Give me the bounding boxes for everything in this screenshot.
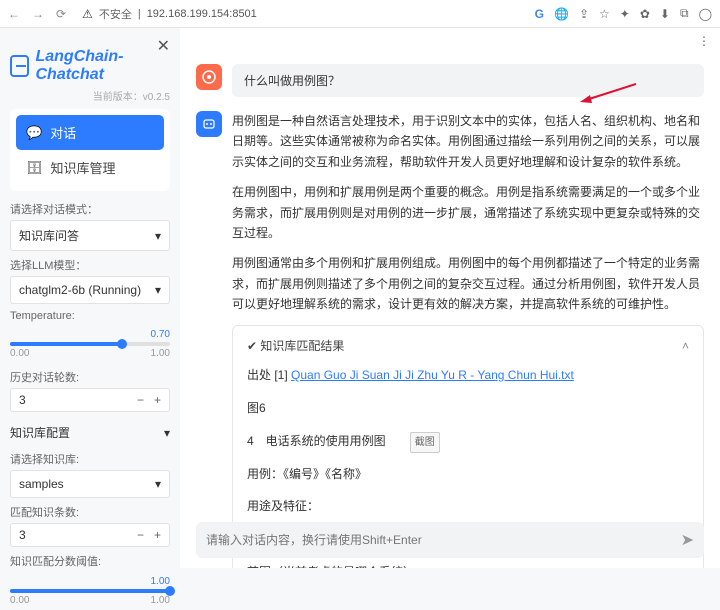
browser-chrome: ← → ⟳ ⚠ 不安全 | 192.168.199.154:8501 G 🌐 ⇪… bbox=[0, 0, 720, 28]
chat-icon: 💬 bbox=[26, 125, 42, 141]
brand-text: LangChain-Chatchat bbox=[35, 48, 170, 84]
chevron-down-icon: ▾ bbox=[155, 477, 161, 491]
user-text: 什么叫做用例图？ bbox=[244, 74, 340, 88]
insecure-label: 不安全 bbox=[99, 6, 132, 22]
bot-avatar-icon bbox=[196, 111, 222, 137]
kb-icon: 🗄 bbox=[26, 160, 43, 176]
score-value: 1.00 bbox=[10, 576, 170, 587]
nav-forward-icon[interactable]: → bbox=[32, 7, 44, 21]
match-count-label: 匹配知识条数: bbox=[10, 504, 170, 520]
source-card-header[interactable]: ✔ 知识库匹配结果 ˄ bbox=[247, 336, 689, 356]
share-icon[interactable]: ⇪ bbox=[579, 7, 589, 21]
score-slider[interactable] bbox=[10, 589, 170, 593]
llm-label: 选择LLM模型： bbox=[10, 257, 170, 273]
user-bubble: 什么叫做用例图？ bbox=[232, 64, 704, 97]
version-label: 当前版本：v0.2.5 bbox=[10, 88, 170, 103]
score-max: 1.00 bbox=[151, 595, 170, 606]
llm-select[interactable]: chatglm2-6b (Running) ▾ bbox=[10, 276, 170, 304]
chat-input[interactable] bbox=[206, 533, 681, 547]
nav-kb-label: 知识库管理 bbox=[51, 158, 116, 177]
download-icon[interactable]: ⬇ bbox=[660, 7, 670, 21]
chevron-up-icon: ˄ bbox=[682, 336, 689, 356]
temp-value: 0.70 bbox=[10, 329, 170, 340]
extension-icon[interactable]: ✦ bbox=[620, 7, 630, 21]
src-l1: 图6 bbox=[247, 397, 689, 420]
translate-icon[interactable]: 🌐 bbox=[554, 7, 569, 21]
temp-min: 0.00 bbox=[10, 348, 29, 359]
mode-select[interactable]: 知识库问答 ▾ bbox=[10, 220, 170, 251]
logo: LangChain-Chatchat bbox=[10, 48, 170, 84]
more-icon[interactable]: ⋮ bbox=[698, 34, 710, 48]
url-bar[interactable]: ⚠ 不安全 | 192.168.199.154:8501 bbox=[82, 6, 525, 22]
nav-back-icon[interactable]: ← bbox=[8, 7, 20, 21]
user-avatar-icon bbox=[196, 64, 222, 90]
nav-kb[interactable]: 🗄 知识库管理 bbox=[16, 150, 164, 185]
kb-select-value: samples bbox=[19, 477, 64, 491]
src-l4: 用途及特征： bbox=[247, 495, 689, 518]
llm-value: chatglm2-6b (Running) bbox=[19, 283, 141, 297]
close-icon[interactable]: ✕ bbox=[157, 36, 170, 56]
kb-select-label: 请选择知识库: bbox=[10, 451, 170, 467]
puzzle-icon[interactable]: ✿ bbox=[640, 7, 650, 21]
chevron-down-icon: ▾ bbox=[164, 426, 170, 440]
bookmark-icon[interactable]: ☆ bbox=[599, 7, 610, 21]
temp-max: 1.00 bbox=[151, 348, 170, 359]
insecure-badge-icon: ⚠ bbox=[82, 7, 93, 21]
mode-value: 知识库问答 bbox=[19, 227, 79, 244]
sidebar: ✕ LangChain-Chatchat 当前版本：v0.2.5 💬 对话 🗄 … bbox=[0, 28, 180, 568]
check-icon: ✔ bbox=[247, 339, 260, 353]
assistant-content: 用例图是一种自然语言处理技术，用于识别文本中的实体，包括人名、组织机构、地名和日… bbox=[232, 111, 704, 568]
src-l3: 用例：《编号》《名称》 bbox=[247, 463, 689, 486]
kb-select[interactable]: samples ▾ bbox=[10, 470, 170, 498]
match-count-value: 3 bbox=[19, 528, 26, 542]
hist-value: 3 bbox=[19, 393, 26, 407]
para-1: 用例图是一种自然语言处理技术，用于识别文本中的实体，包括人名、组织机构、地名和日… bbox=[232, 111, 704, 172]
kb-config-title: 知识库配置 bbox=[10, 424, 70, 441]
hist-label: 历史对话轮数: bbox=[10, 369, 170, 385]
screenshot-badge: 截图 bbox=[410, 432, 440, 453]
temp-label: Temperature: bbox=[10, 310, 170, 322]
mode-label: 请选择对话模式： bbox=[10, 201, 170, 217]
para-3: 用例图通常由多个用例和扩展用例组成。用例图中的每个用例都描述了一个特定的业务需求… bbox=[232, 253, 704, 314]
match-count-stepper[interactable]: 3 −+ bbox=[10, 523, 170, 547]
minus-icon[interactable]: − bbox=[137, 528, 144, 542]
plus-icon[interactable]: + bbox=[154, 528, 161, 542]
assistant-message: 用例图是一种自然语言处理技术，用于识别文本中的实体，包括人名、组织机构、地名和日… bbox=[196, 111, 704, 568]
score-label: 知识匹配分数阈值: bbox=[10, 553, 170, 569]
nav-reload-icon[interactable]: ⟳ bbox=[56, 7, 66, 21]
copy-icon[interactable]: ⧉ bbox=[680, 6, 689, 21]
source-card-title: 知识库匹配结果 bbox=[260, 339, 344, 353]
src-l2: 4 电话系统的使用用例图 bbox=[247, 434, 386, 448]
chevron-down-icon: ▾ bbox=[155, 229, 161, 243]
nav-chat-label: 对话 bbox=[50, 123, 76, 142]
source-prefix: 出处 [1] bbox=[247, 368, 291, 382]
para-2: 在用例图中，用例和扩展用例是两个重要的概念。用例是指系统需要满足的一个或多个业务… bbox=[232, 182, 704, 243]
src-l6: 范围（当前考虑的是哪个系统） bbox=[247, 561, 689, 568]
source-link[interactable]: Quan Guo Ji Suan Ji Ji Zhu Yu R - Yang C… bbox=[291, 368, 574, 382]
send-icon[interactable]: ➤ bbox=[681, 530, 694, 550]
logo-icon bbox=[10, 55, 29, 77]
nav-box: 💬 对话 🗄 知识库管理 bbox=[10, 109, 170, 191]
user-message: 什么叫做用例图？ bbox=[196, 64, 704, 97]
plus-icon[interactable]: + bbox=[154, 393, 161, 407]
url-text: 192.168.199.154:8501 bbox=[147, 8, 257, 20]
profile-icon[interactable]: ◯ bbox=[699, 7, 712, 21]
hist-stepper[interactable]: 3 −+ bbox=[10, 388, 170, 412]
minus-icon[interactable]: − bbox=[137, 393, 144, 407]
nav-chat[interactable]: 💬 对话 bbox=[16, 115, 164, 150]
chevron-down-icon: ▾ bbox=[155, 283, 161, 297]
chat-input-bar: ➤ bbox=[196, 522, 704, 558]
score-min: 0.00 bbox=[10, 595, 29, 606]
main-panel: ⋮ 什么叫做用例图？ 用例图是一种自然语言处理技术，用于识别文本中的实体，包括人… bbox=[180, 28, 720, 568]
kb-config-expander[interactable]: 知识库配置 ▾ bbox=[10, 420, 170, 445]
temp-slider[interactable] bbox=[10, 342, 170, 346]
google-icon[interactable]: G bbox=[535, 7, 544, 21]
